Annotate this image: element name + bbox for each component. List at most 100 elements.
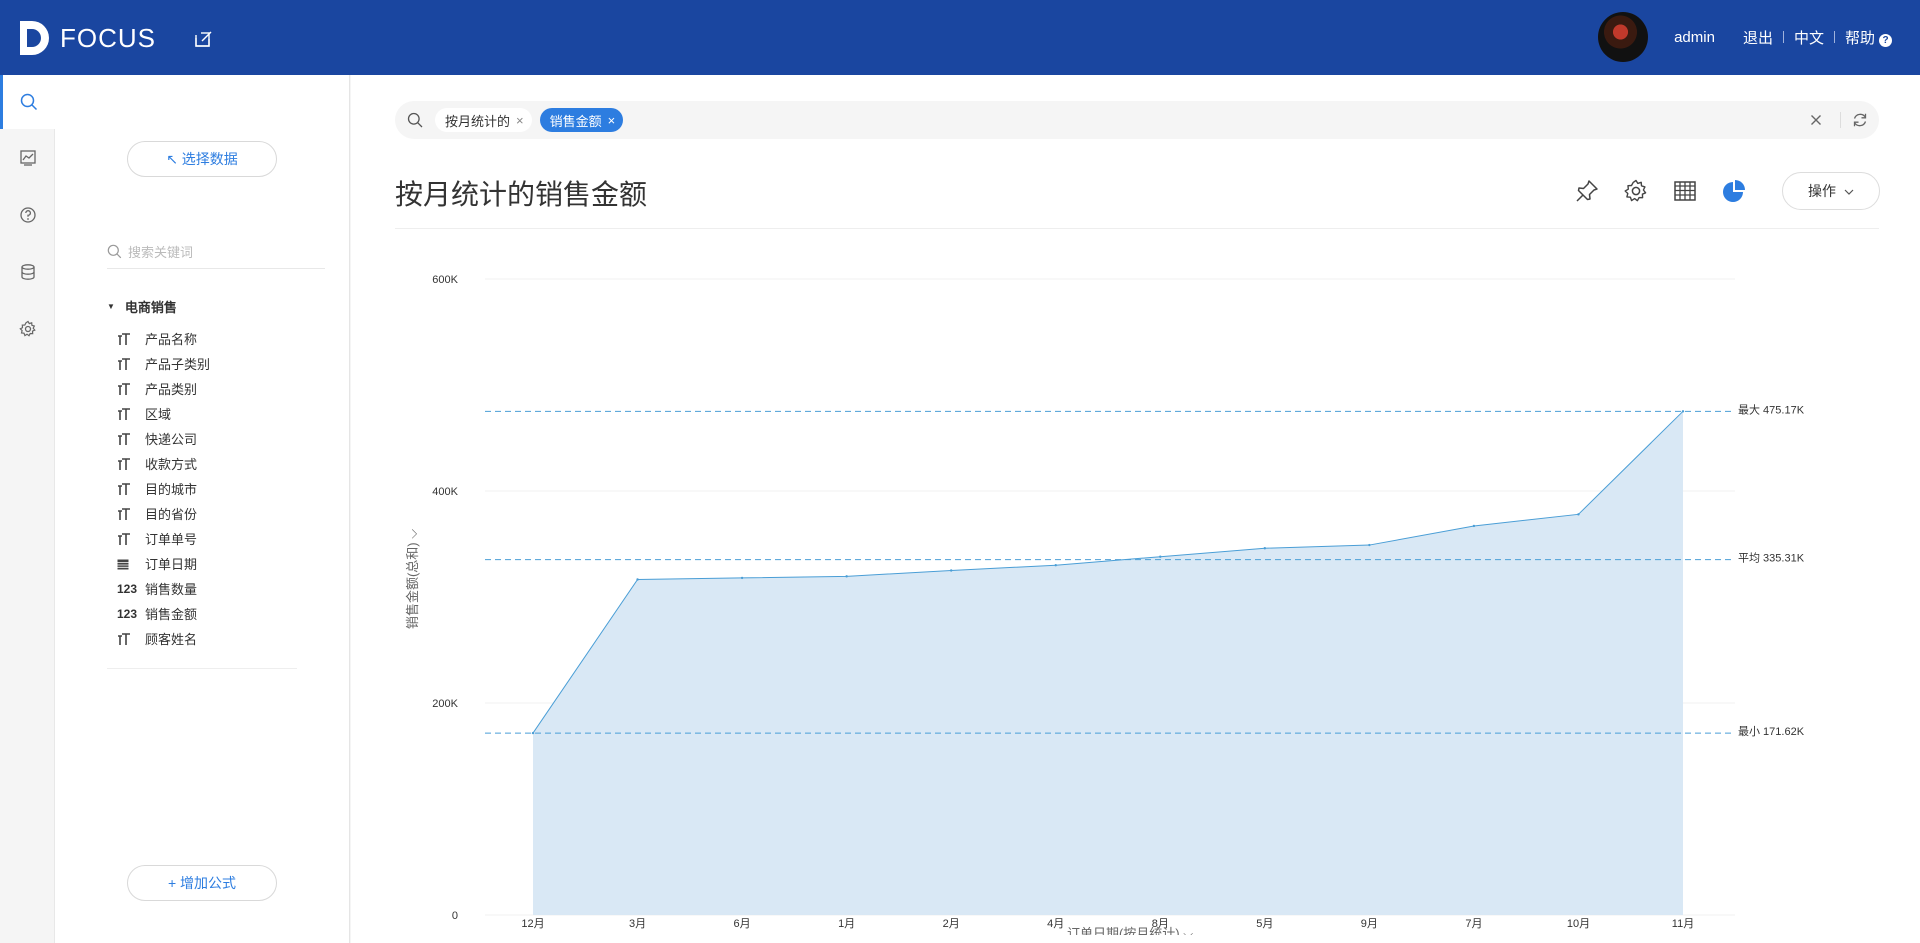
data-point xyxy=(1472,524,1476,528)
y-axis-title: 销售金额(总和) ⌵ xyxy=(405,529,420,629)
field-item[interactable]: 目的省份 xyxy=(117,501,317,526)
pin-button[interactable] xyxy=(1573,177,1601,205)
reference-label: 最大 475.17K xyxy=(1738,402,1805,416)
logout-link[interactable]: 退出 xyxy=(1743,27,1773,48)
keyword-search-placeholder: 搜索关键词 xyxy=(128,245,194,260)
add-formula-button[interactable]: + 增加公式 xyxy=(127,865,277,901)
field-item[interactable]: 产品名称 xyxy=(117,326,317,351)
field-name: 销售金额 xyxy=(145,607,198,622)
field-item[interactable]: 目的城市 xyxy=(117,476,317,501)
chevron-down-icon xyxy=(1844,189,1854,195)
reference-label: 最小 171.62K xyxy=(1738,725,1805,738)
pin-icon xyxy=(1576,180,1598,202)
text-type-icon xyxy=(117,357,145,371)
reference-label: 平均 335.31K xyxy=(1738,552,1805,565)
user-menu: admin 退出 中文 帮助? xyxy=(1598,12,1902,62)
x-tick-label: 6月 xyxy=(734,918,751,930)
rail-search[interactable] xyxy=(0,75,55,129)
x-tick-label: 12月 xyxy=(521,918,544,930)
avatar[interactable] xyxy=(1598,12,1649,62)
data-point xyxy=(1368,543,1371,547)
field-name: 订单日期 xyxy=(145,557,198,572)
y-tick-label: 0 xyxy=(452,910,458,922)
chart-type-button[interactable] xyxy=(1720,177,1748,205)
text-type-icon xyxy=(117,332,145,346)
table-name: 电商销售 xyxy=(124,300,177,315)
field-item[interactable]: 区域 xyxy=(117,401,317,426)
search-bar[interactable]: 按月统计的 × 销售金额 × xyxy=(395,101,1879,139)
x-tick-label: 4月 xyxy=(1047,918,1064,930)
text-type-icon xyxy=(117,382,145,396)
search-token[interactable]: 销售金额 × xyxy=(539,108,624,132)
help-icon xyxy=(19,207,36,223)
field-item[interactable]: 收款方式 xyxy=(117,451,317,476)
field-item[interactable]: 快递公司 xyxy=(117,426,317,451)
field-name: 顾客姓名 xyxy=(145,632,198,647)
x-tick-label: 3月 xyxy=(629,918,646,930)
pie-chart-icon xyxy=(1723,180,1745,202)
text-type-icon xyxy=(117,407,145,421)
clear-icon[interactable] xyxy=(1810,114,1822,126)
search-bar-actions xyxy=(1810,101,1879,139)
data-point xyxy=(1159,555,1162,558)
field-item[interactable]: 订单单号 xyxy=(117,526,317,551)
close-icon[interactable]: × xyxy=(516,113,524,128)
data-point xyxy=(1681,410,1685,413)
rail-help[interactable] xyxy=(0,188,55,242)
search-icon xyxy=(407,112,423,128)
field-item[interactable]: 123 销售数量 xyxy=(117,576,317,601)
y-tick-label: 400K xyxy=(432,486,458,498)
x-axis-title: 订单日期(按月统计) ⌵ xyxy=(1067,926,1193,935)
divider xyxy=(1840,112,1841,128)
field-name: 目的省份 xyxy=(145,507,198,522)
divider xyxy=(395,228,1879,229)
text-type-icon xyxy=(117,482,145,496)
rail-settings[interactable] xyxy=(0,302,55,356)
field-name: 产品名称 xyxy=(145,332,198,347)
data-point xyxy=(1054,564,1057,567)
y-tick-label: 200K xyxy=(432,698,458,710)
field-name: 目的城市 xyxy=(145,482,198,497)
operations-dropdown[interactable]: 操作 xyxy=(1782,172,1880,210)
select-data-button[interactable]: ↖ 选择数据 xyxy=(127,141,277,177)
field-name: 产品类别 xyxy=(145,382,198,397)
text-type-icon xyxy=(117,632,145,646)
field-item[interactable]: 123 销售金额 xyxy=(117,601,317,626)
caret-down-icon: ▼ xyxy=(107,302,115,311)
search-icon xyxy=(20,93,38,111)
table-tree-title[interactable]: ▼ 电商销售 xyxy=(107,297,177,316)
text-type-icon xyxy=(117,507,145,521)
y-tick-label: 600K xyxy=(432,274,458,286)
token-label: 按月统计的 xyxy=(445,113,511,129)
field-name: 产品子类别 xyxy=(145,357,211,372)
search-token[interactable]: 按月统计的 × xyxy=(435,108,532,132)
refresh-icon[interactable] xyxy=(1851,111,1869,129)
close-icon[interactable]: × xyxy=(608,113,616,128)
rail-database[interactable] xyxy=(0,245,55,299)
x-tick-label: 5月 xyxy=(1256,918,1273,930)
table-icon xyxy=(1674,181,1696,201)
data-point xyxy=(1577,513,1580,516)
token-label: 销售金额 xyxy=(549,113,602,129)
field-item[interactable]: 订单日期 xyxy=(117,551,317,576)
field-item[interactable]: 顾客姓名 xyxy=(117,626,317,651)
edit-icon[interactable] xyxy=(194,29,214,49)
text-type-icon xyxy=(117,432,145,446)
settings-button[interactable] xyxy=(1622,177,1650,205)
divider xyxy=(107,668,297,669)
search-icon xyxy=(107,244,122,259)
chart-board-icon xyxy=(19,150,36,166)
table-view-button[interactable] xyxy=(1671,177,1699,205)
gear-icon xyxy=(1624,179,1647,202)
field-name: 销售数量 xyxy=(145,582,198,597)
field-item[interactable]: 产品类别 xyxy=(117,376,317,401)
field-item[interactable]: 产品子类别 xyxy=(117,351,317,376)
help-link[interactable]: 帮助? xyxy=(1845,27,1892,48)
data-point xyxy=(949,569,953,572)
logo[interactable]: FOCUS xyxy=(18,18,156,58)
data-point xyxy=(845,575,848,578)
rail-chart-board[interactable] xyxy=(0,131,55,185)
keyword-search[interactable]: 搜索关键词 xyxy=(107,235,325,269)
username[interactable]: admin xyxy=(1674,29,1715,46)
language-switch[interactable]: 中文 xyxy=(1794,27,1824,48)
